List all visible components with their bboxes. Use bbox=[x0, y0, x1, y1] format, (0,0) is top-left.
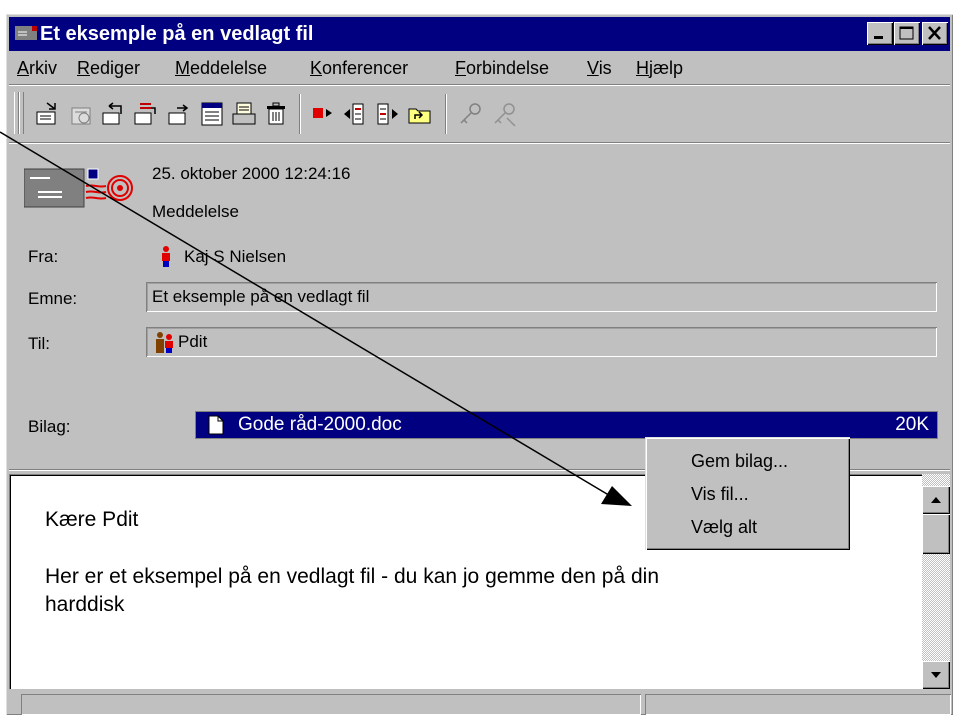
vertical-scrollbar[interactable] bbox=[922, 474, 950, 689]
menu-item-select-all[interactable]: Vælg alt bbox=[691, 517, 757, 538]
toolbar-separator bbox=[299, 94, 301, 134]
arrow-down-icon bbox=[931, 672, 941, 678]
subject-field[interactable]: Et eksemple på en vedlagt fil bbox=[146, 282, 937, 312]
toolbar bbox=[9, 86, 950, 142]
document-icon bbox=[208, 415, 224, 435]
message-envelope-icon bbox=[24, 168, 133, 208]
menu-meddelelse[interactable]: Meddelelse bbox=[175, 58, 267, 79]
status-bar bbox=[9, 692, 950, 715]
flag-icon[interactable] bbox=[307, 100, 337, 128]
move-folder-icon[interactable] bbox=[405, 100, 435, 128]
person-icon bbox=[162, 246, 170, 267]
subject-value: Et eksemple på en vedlagt fil bbox=[152, 287, 370, 306]
reply-all-icon[interactable] bbox=[131, 100, 161, 128]
to-value: Pdit bbox=[178, 332, 208, 351]
subject-label: Emne: bbox=[28, 289, 78, 308]
toolbar-grip[interactable] bbox=[19, 92, 24, 134]
next-icon[interactable] bbox=[373, 100, 403, 128]
menu-item-view-file[interactable]: Vis fil... bbox=[691, 484, 749, 505]
message-line-2: harddisk bbox=[45, 593, 125, 616]
from-value[interactable]: Kaj S Nielsen bbox=[184, 247, 286, 267]
close-icon bbox=[928, 26, 941, 40]
status-panel-main bbox=[21, 694, 641, 715]
scroll-down-button[interactable] bbox=[922, 661, 950, 689]
print-icon[interactable] bbox=[229, 100, 259, 128]
arrow-up-icon bbox=[931, 497, 941, 503]
message-greeting: Kære Pdit bbox=[45, 508, 139, 531]
reply-icon[interactable] bbox=[99, 100, 129, 128]
message-window: Et eksemple på en vedlagt fil Arkiv Redi… bbox=[6, 14, 953, 715]
menu-konferencer[interactable]: Konferencer bbox=[310, 58, 408, 79]
title-bar[interactable]: Et eksemple på en vedlagt fil bbox=[9, 17, 950, 51]
minimize-button[interactable] bbox=[867, 22, 893, 45]
menu-rediger[interactable]: Rediger bbox=[77, 58, 140, 79]
delete-icon[interactable] bbox=[261, 100, 291, 128]
attachment-size: 20K bbox=[895, 414, 929, 435]
menu-forbindelse[interactable]: Forbindelse bbox=[455, 58, 549, 79]
previous-icon[interactable] bbox=[341, 100, 371, 128]
toolbar-separator-line bbox=[9, 142, 950, 144]
menu-vis[interactable]: Vis bbox=[587, 58, 612, 79]
menu-bar: Arkiv Rediger Meddelelse Konferencer For… bbox=[9, 52, 950, 84]
close-button[interactable] bbox=[922, 22, 948, 45]
message-date: 25. oktober 2000 12:24:16 bbox=[152, 164, 351, 183]
new-message-icon[interactable] bbox=[33, 100, 63, 128]
maximize-button[interactable] bbox=[894, 22, 920, 45]
from-label: Fra: bbox=[28, 247, 59, 266]
forward-icon[interactable] bbox=[67, 100, 97, 128]
toolbar-separator bbox=[445, 94, 447, 134]
scroll-up-button[interactable] bbox=[922, 486, 950, 514]
attachment-item[interactable]: Gode råd-2000.doc 20K bbox=[196, 412, 937, 438]
minimize-icon bbox=[874, 36, 883, 39]
address-book-icon[interactable] bbox=[197, 100, 227, 128]
envelope-icon bbox=[15, 26, 37, 40]
menu-item-save-attachment[interactable]: Gem bilag... bbox=[691, 451, 788, 472]
attachment-context-menu: Gem bilag... Vis fil... Vælg alt bbox=[645, 437, 850, 550]
key-disabled-icon[interactable] bbox=[489, 100, 519, 128]
to-field[interactable]: Pdit bbox=[146, 327, 937, 357]
maximize-icon bbox=[899, 26, 914, 40]
menu-hjaelp[interactable]: Hjælp bbox=[636, 58, 683, 79]
window-title: Et eksemple på en vedlagt fil bbox=[40, 23, 314, 45]
message-type: Meddelelse bbox=[152, 202, 239, 221]
menu-arkiv[interactable]: Arkiv bbox=[17, 58, 57, 79]
attachment-name: Gode råd-2000.doc bbox=[238, 414, 402, 435]
status-panel-secondary bbox=[645, 694, 951, 715]
attachment-label: Bilag: bbox=[28, 417, 71, 436]
to-label: Til: bbox=[28, 334, 51, 353]
message-line-1: Her er et eksempel på en vedlagt fil - d… bbox=[45, 565, 660, 588]
group-icon bbox=[156, 332, 173, 353]
key-icon[interactable] bbox=[455, 100, 485, 128]
send-icon[interactable] bbox=[165, 100, 195, 128]
scroll-thumb[interactable] bbox=[922, 514, 950, 554]
